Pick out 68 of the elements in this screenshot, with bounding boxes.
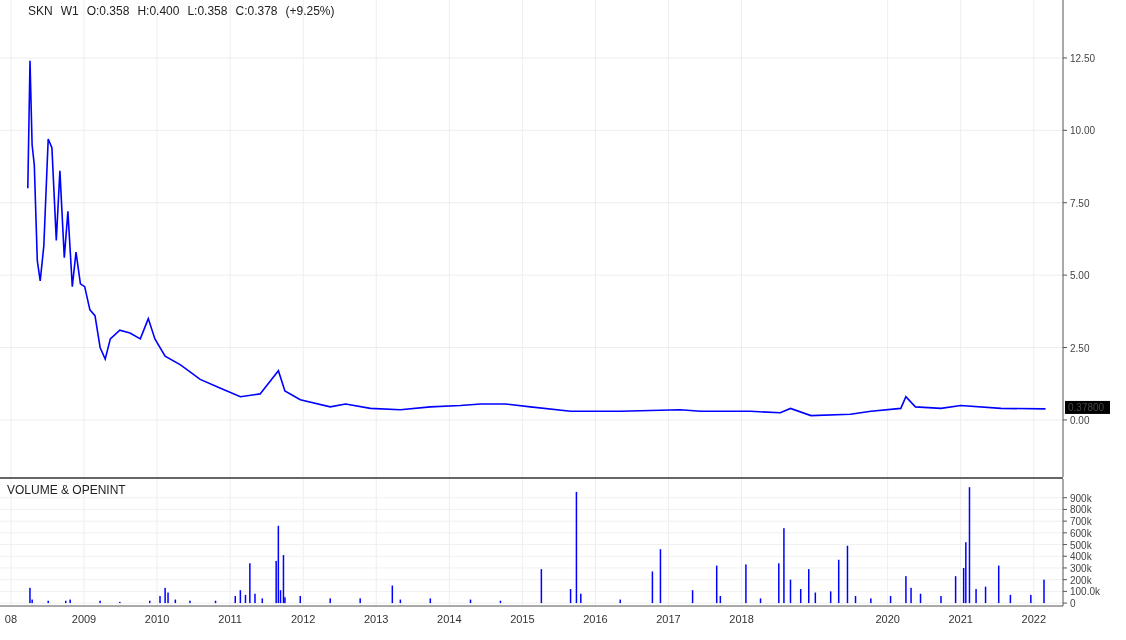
- axis-label: 800k: [1070, 504, 1092, 516]
- interval-label: W1: [60, 4, 79, 18]
- volume-bar: [1009, 594, 1012, 604]
- axis-label: 2018: [729, 613, 754, 625]
- last-price-label: 0.37800: [1065, 400, 1110, 414]
- axis-label: 08: [4, 613, 18, 625]
- volume-bar: [691, 590, 694, 604]
- volume-bar: [499, 600, 502, 604]
- axis-label: 300k: [1070, 562, 1092, 574]
- axis-label: 0.00: [1070, 414, 1090, 426]
- axis-label: 2016: [583, 613, 608, 625]
- quote-value: H:0.400: [137, 4, 180, 18]
- axis-label: 10.00: [1070, 125, 1096, 137]
- axis-label: 5.00: [1070, 270, 1090, 282]
- volume-bar: [651, 571, 654, 604]
- panel-title: VOLUME & OPENINT: [7, 483, 126, 497]
- volume-bar: [789, 579, 792, 604]
- quote-value: L:0.358: [187, 4, 228, 18]
- volume-bar: [469, 599, 472, 604]
- axis-label: 2009: [71, 613, 97, 625]
- axis-label: 0: [1070, 598, 1076, 610]
- axis-label: 700k: [1070, 516, 1092, 528]
- volume-bar: [239, 590, 242, 604]
- volume-bar: [799, 589, 802, 604]
- volume-bar: [759, 598, 762, 604]
- axis-label: 2017: [656, 613, 681, 625]
- volume-bar: [540, 569, 543, 604]
- volume-bar: [919, 593, 922, 604]
- axis-label: 2.50: [1070, 342, 1090, 354]
- volume-bar: [391, 585, 394, 604]
- volume-bar: [214, 600, 217, 604]
- axis-label: 400k: [1070, 551, 1092, 563]
- axis-label: 600k: [1070, 527, 1092, 539]
- volume-bar: [659, 549, 662, 604]
- volume-bar: [854, 596, 857, 604]
- volume-bar: [174, 599, 177, 604]
- axis-label: 2014: [437, 613, 462, 625]
- axis-label: 900k: [1070, 492, 1092, 504]
- volume-bar: [244, 594, 247, 604]
- quote-value: C:0.378: [235, 4, 278, 18]
- axis-label: 100.0k: [1070, 586, 1101, 598]
- volume-bar: [984, 586, 987, 604]
- axis-label: 2015: [510, 613, 535, 625]
- volume-bar: [569, 589, 572, 604]
- axis-label: 12.50: [1070, 52, 1096, 64]
- volume-bar: [399, 599, 402, 604]
- volume-bar: [829, 591, 832, 604]
- axis-label: 2011: [218, 613, 242, 625]
- quote-value: (+9.25%): [285, 4, 335, 18]
- axis-label: 2010: [144, 613, 170, 625]
- volume-bar: [889, 596, 892, 604]
- volume-bar: [261, 598, 264, 604]
- axis-label: 2021: [948, 613, 973, 625]
- axis-label: 7.50: [1070, 197, 1090, 209]
- axis-label: 2020: [875, 613, 900, 625]
- axis-label: 2022: [1021, 613, 1046, 625]
- axis-label: 200k: [1070, 574, 1092, 586]
- volume-bar: [997, 565, 1000, 604]
- volume-bar: [954, 576, 957, 604]
- axis-label: 2012: [290, 613, 316, 625]
- volume-bar: [814, 592, 817, 604]
- volume-bar: [846, 545, 849, 604]
- symbol-label: SKN: [28, 4, 53, 18]
- volume-bar: [837, 559, 840, 604]
- axis-label: 2013: [364, 613, 389, 625]
- quote-value: O:0.358: [86, 4, 130, 18]
- axis-label: 500k: [1070, 539, 1092, 551]
- volume-bar: [429, 598, 432, 604]
